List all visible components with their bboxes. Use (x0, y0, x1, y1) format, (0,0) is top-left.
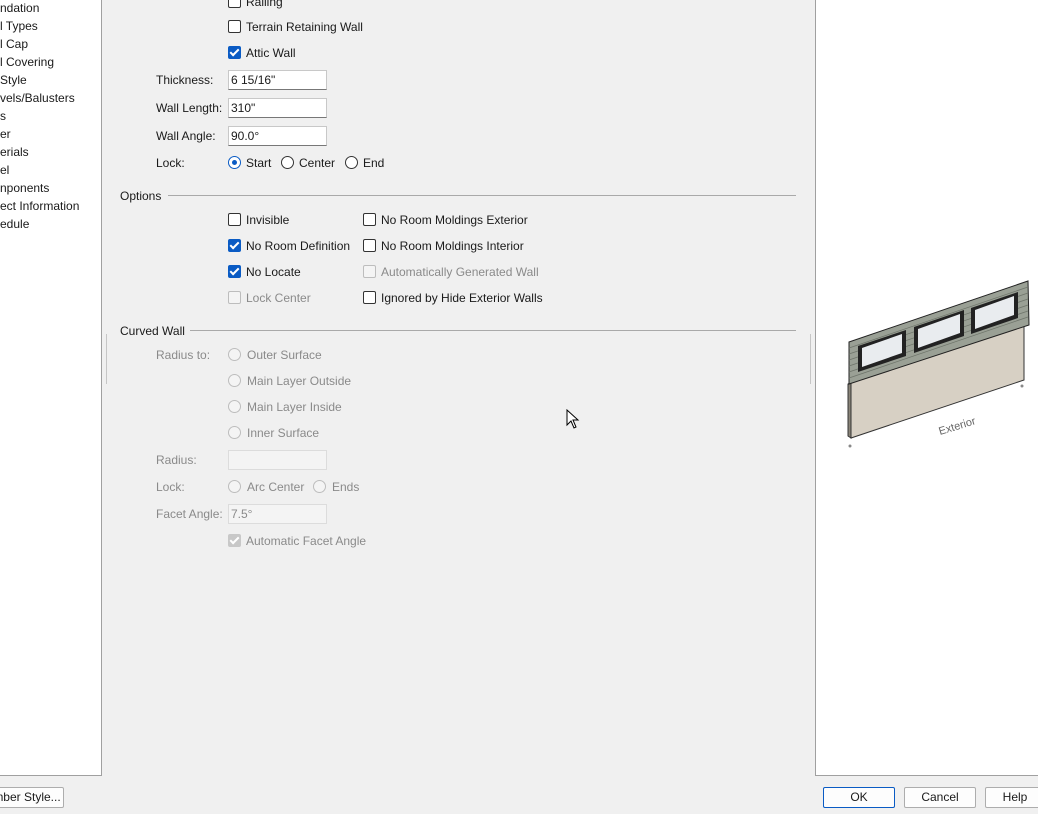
ends-radio[interactable] (313, 480, 326, 493)
lock-center-checkbox[interactable] (228, 291, 241, 304)
curved-lock-label: Lock: (156, 480, 185, 494)
attic-wall-label: Attic Wall (246, 46, 296, 60)
automatically-generated-wall-label: Automatically Generated Wall (381, 265, 539, 279)
thickness-field[interactable] (228, 70, 327, 90)
member-style-button[interactable]: mber Style... (0, 787, 64, 808)
lock-end-radio[interactable] (345, 156, 358, 169)
sidebar-item-s[interactable]: s (0, 109, 6, 123)
sidebar-item-wall-covering[interactable]: l Covering (0, 55, 54, 69)
main-layer-outside-radio[interactable] (228, 374, 241, 387)
no-room-moldings-exterior-checkbox[interactable] (363, 213, 376, 226)
inner-surface-label: Inner Surface (247, 426, 320, 440)
options-section-title: Options (120, 189, 162, 203)
mouse-cursor-icon (566, 409, 580, 429)
lock-center-label: Center (299, 156, 336, 170)
sidebar-item-object-information[interactable]: ect Information (0, 199, 79, 213)
outer-surface-radio[interactable] (228, 348, 241, 361)
no-locate-checkbox[interactable] (228, 265, 241, 278)
sidebar-item-wall-types[interactable]: l Types (0, 19, 38, 33)
lock-end-label: End (363, 156, 385, 170)
no-room-definition-label: No Room Definition (246, 239, 351, 253)
attic-wall-checkbox[interactable] (228, 46, 241, 59)
invisible-label: Invisible (246, 213, 290, 227)
sidebar-item-components[interactable]: nponents (0, 181, 49, 195)
exterior-label: Exterior (937, 415, 977, 438)
no-room-moldings-interior-checkbox[interactable] (363, 239, 376, 252)
category-sidebar: ndation l Types l Cap l Covering Style v… (0, 0, 102, 776)
main-layer-outside-label: Main Layer Outside (247, 374, 352, 388)
radius-field[interactable] (228, 450, 327, 470)
sidebar-item-wall-cap[interactable]: l Cap (0, 37, 28, 51)
no-locate-label: No Locate (246, 265, 301, 279)
terrain-retaining-wall-label: Terrain Retaining Wall (246, 20, 363, 34)
invisible-checkbox[interactable] (228, 213, 241, 226)
no-room-moldings-exterior-label: No Room Moldings Exterior (381, 213, 528, 227)
lock-center-checkbox-label: Lock Center (246, 291, 311, 305)
railing-checkbox[interactable] (228, 0, 241, 8)
curved-wall-section-title: Curved Wall (120, 324, 185, 338)
inner-surface-radio[interactable] (228, 426, 241, 439)
lock-center-radio[interactable] (281, 156, 294, 169)
lock-start-label: Start (246, 156, 272, 170)
sidebar-item-er[interactable]: er (0, 127, 11, 141)
help-button[interactable]: Help (985, 787, 1038, 808)
lock-start-radio[interactable] (228, 156, 241, 169)
sidebar-item-schedule[interactable]: edule (0, 217, 29, 231)
outer-surface-label: Outer Surface (247, 348, 322, 362)
sidebar-item-materials[interactable]: erials (0, 145, 29, 159)
lock-label: Lock: (156, 156, 185, 170)
sidebar-item-foundation[interactable]: ndation (0, 1, 39, 15)
radius-label: Radius: (156, 453, 197, 467)
automatic-facet-angle-label: Automatic Facet Angle (246, 534, 367, 548)
ignored-by-hide-exterior-walls-checkbox[interactable] (363, 291, 376, 304)
radius-to-label: Radius to: (156, 348, 211, 362)
no-room-moldings-interior-label: No Room Moldings Interior (381, 239, 524, 253)
wall-angle-field[interactable] (228, 126, 327, 146)
railing-label: Railing (246, 0, 283, 9)
facet-angle-label: Facet Angle: (156, 507, 223, 521)
wall-length-label: Wall Length: (156, 101, 223, 115)
no-room-definition-checkbox[interactable] (228, 239, 241, 252)
facet-angle-field[interactable] (228, 504, 327, 524)
wall-length-field[interactable] (228, 98, 327, 118)
automatic-facet-angle-checkbox[interactable] (228, 534, 241, 547)
sidebar-item-style[interactable]: Style (0, 73, 27, 87)
cancel-button[interactable]: Cancel (904, 787, 976, 808)
terrain-retaining-wall-checkbox[interactable] (228, 20, 241, 33)
wall-angle-label: Wall Angle: (156, 129, 216, 143)
left-splitter[interactable] (106, 334, 107, 384)
options-divider (168, 195, 796, 196)
arc-center-radio[interactable] (228, 480, 241, 493)
ok-button[interactable]: OK (823, 787, 895, 808)
right-splitter[interactable] (810, 334, 811, 384)
main-layer-inside-radio[interactable] (228, 400, 241, 413)
automatically-generated-wall-checkbox[interactable] (363, 265, 376, 278)
arc-center-label: Arc Center (247, 480, 305, 494)
curved-wall-divider (190, 330, 796, 331)
thickness-label: Thickness: (156, 73, 214, 87)
ends-label: Ends (332, 480, 360, 494)
sidebar-item-label[interactable]: el (0, 163, 9, 177)
wall-preview-panel[interactable]: Exterior (815, 0, 1038, 776)
ignored-by-hide-exterior-walls-label: Ignored by Hide Exterior Walls (381, 291, 543, 305)
sidebar-item-newels-balusters[interactable]: vels/Balusters (0, 91, 75, 105)
wall-3d-preview: Exterior (847, 280, 1030, 448)
main-layer-inside-label: Main Layer Inside (247, 400, 342, 414)
